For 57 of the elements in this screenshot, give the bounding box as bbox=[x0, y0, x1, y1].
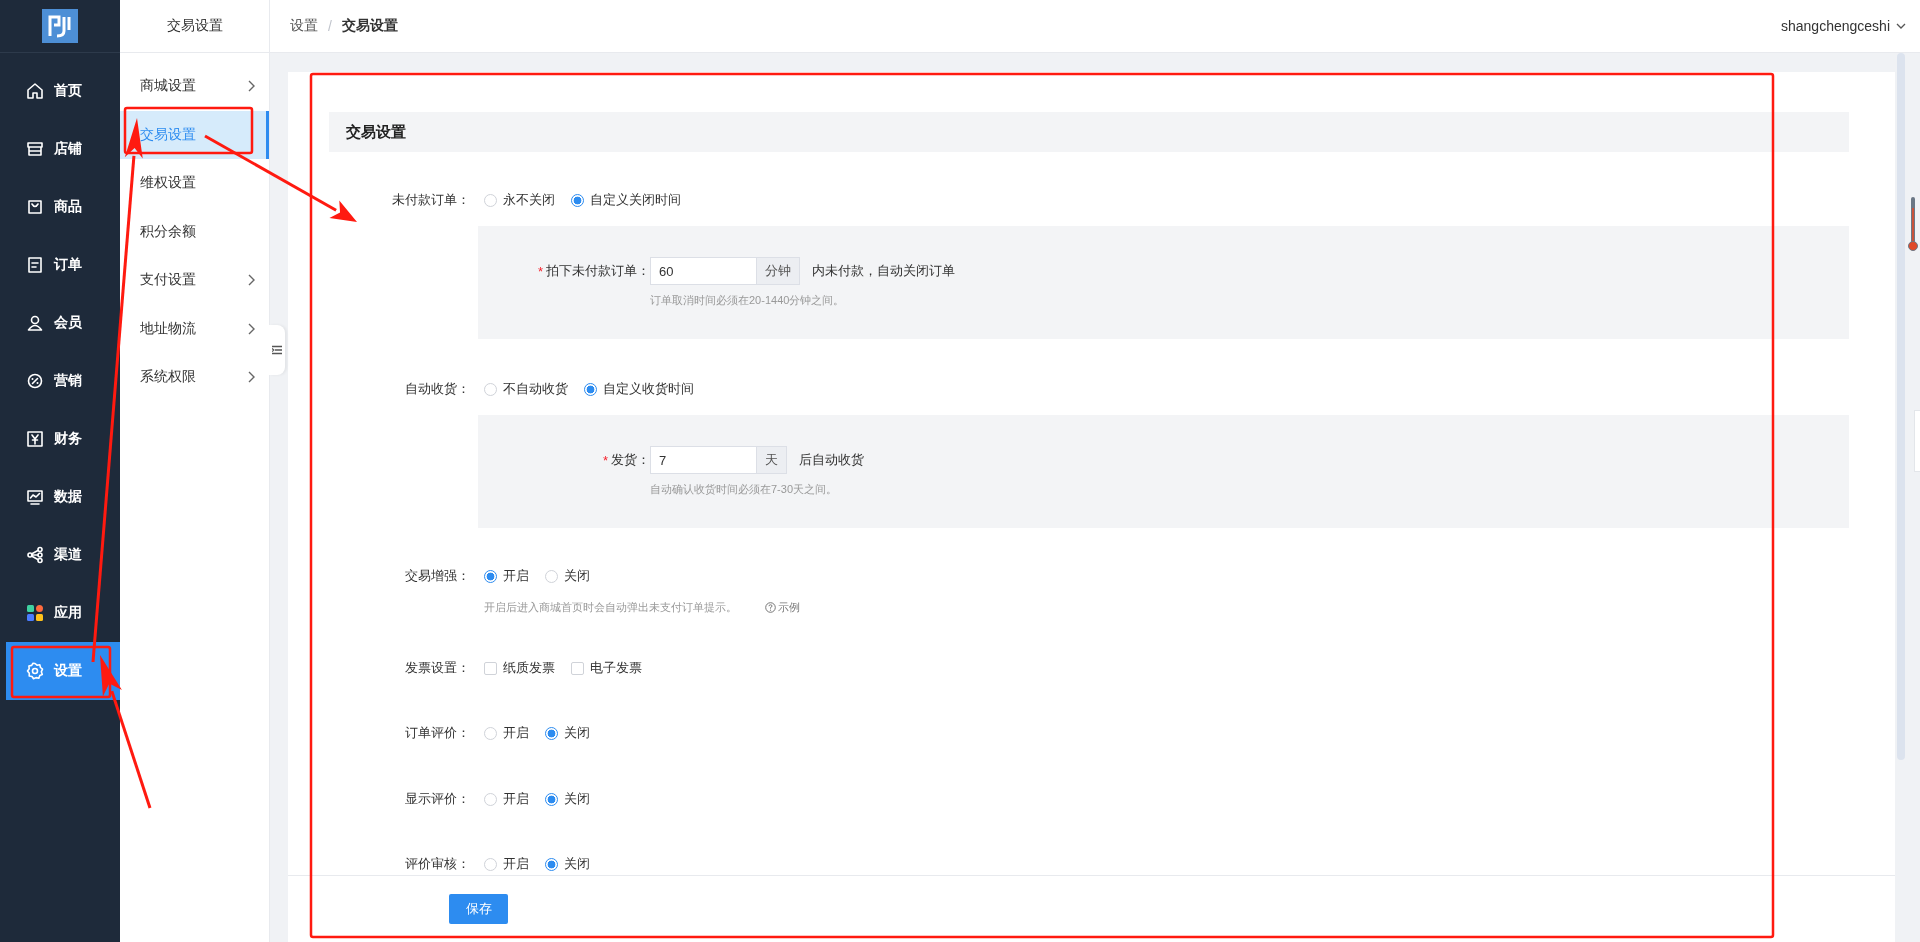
option-label[interactable]: 关闭 bbox=[564, 790, 590, 808]
form-label: 发票设置： bbox=[404, 659, 470, 677]
option-label[interactable]: 开启 bbox=[503, 567, 529, 585]
field-hint: 自动确认收货时间必须在7-30天之间。 bbox=[650, 482, 839, 497]
help-text: 开启后进入商城首页时会自动弹出未支付订单提示。 bbox=[484, 600, 737, 615]
subnav-item[interactable]: 系统权限 bbox=[120, 353, 269, 402]
nav-item[interactable]: 营销 bbox=[0, 352, 120, 410]
field-suffix: 内未付款，自动关闭订单 bbox=[812, 262, 955, 280]
subnav-title: 交易设置 bbox=[166, 17, 223, 35]
nav-item[interactable]: 商品 bbox=[0, 178, 120, 236]
option-label[interactable]: 自定义关闭时间 bbox=[590, 191, 681, 209]
option-label[interactable]: 不自动收货 bbox=[503, 380, 568, 398]
option-label[interactable]: 纸质发票 bbox=[503, 659, 555, 677]
subnav-item[interactable]: 商城设置 bbox=[120, 62, 269, 111]
number-field[interactable]: 7 bbox=[650, 446, 756, 474]
unit-label: 天 bbox=[756, 446, 787, 474]
option-label[interactable]: 关闭 bbox=[564, 855, 590, 873]
breadcrumb-link[interactable]: 设置 bbox=[290, 17, 318, 35]
field-hint: 订单取消时间必须在20-1440分钟之间。 bbox=[650, 293, 846, 308]
field-label: 发货： bbox=[611, 451, 650, 469]
breadcrumb-separator: / bbox=[328, 18, 332, 34]
nav-item[interactable]: 数据 bbox=[0, 468, 120, 526]
nav-item[interactable]: 首页 bbox=[0, 62, 120, 120]
option-label[interactable]: 开启 bbox=[503, 790, 529, 808]
nav-item[interactable]: 应用 bbox=[0, 584, 120, 642]
breadcrumb-current: 交易设置 bbox=[341, 17, 398, 35]
required-mark: * bbox=[602, 452, 608, 468]
option-label[interactable]: 永不关闭 bbox=[503, 191, 555, 209]
form-label: 自动收货： bbox=[404, 380, 470, 398]
option-label[interactable]: 关闭 bbox=[564, 567, 590, 585]
form-label: 显示评价： bbox=[404, 790, 470, 808]
option-label[interactable]: 电子发票 bbox=[590, 659, 642, 677]
subnav-item[interactable]: 支付设置 bbox=[120, 256, 269, 305]
option-label[interactable]: 开启 bbox=[503, 724, 529, 742]
user-menu[interactable]: shangchengceshi bbox=[1781, 18, 1906, 34]
unit-label: 分钟 bbox=[756, 257, 800, 285]
field-suffix: 后自动收货 bbox=[799, 451, 864, 469]
number-field[interactable]: 60 bbox=[650, 257, 756, 285]
section-title: 交易设置 bbox=[346, 122, 406, 142]
form-label: 评价审核： bbox=[404, 855, 470, 873]
subnav-item[interactable]: 积分余额 bbox=[120, 207, 269, 256]
nav-item[interactable]: 渠道 bbox=[0, 526, 120, 584]
option-label[interactable]: 自定义收货时间 bbox=[603, 380, 694, 398]
required-mark: * bbox=[537, 263, 543, 279]
form-label: 未付款订单： bbox=[391, 191, 470, 209]
option-label[interactable]: 关闭 bbox=[564, 724, 590, 742]
example-link[interactable]: 示例 bbox=[765, 600, 800, 615]
nav-item[interactable]: 店铺 bbox=[0, 120, 120, 178]
nav-item[interactable]: 订单 bbox=[0, 236, 120, 294]
nav-item[interactable]: 财务 bbox=[0, 410, 120, 468]
subnav-item[interactable]: 维权设置 bbox=[120, 159, 269, 208]
form-label: 订单评价： bbox=[404, 724, 470, 742]
field-label: 拍下未付款订单： bbox=[546, 262, 650, 280]
nav-item[interactable]: 会员 bbox=[0, 294, 120, 352]
subnav-item[interactable]: 地址物流 bbox=[120, 304, 269, 353]
form-label: 交易增强： bbox=[404, 567, 470, 585]
option-label[interactable]: 开启 bbox=[503, 855, 529, 873]
